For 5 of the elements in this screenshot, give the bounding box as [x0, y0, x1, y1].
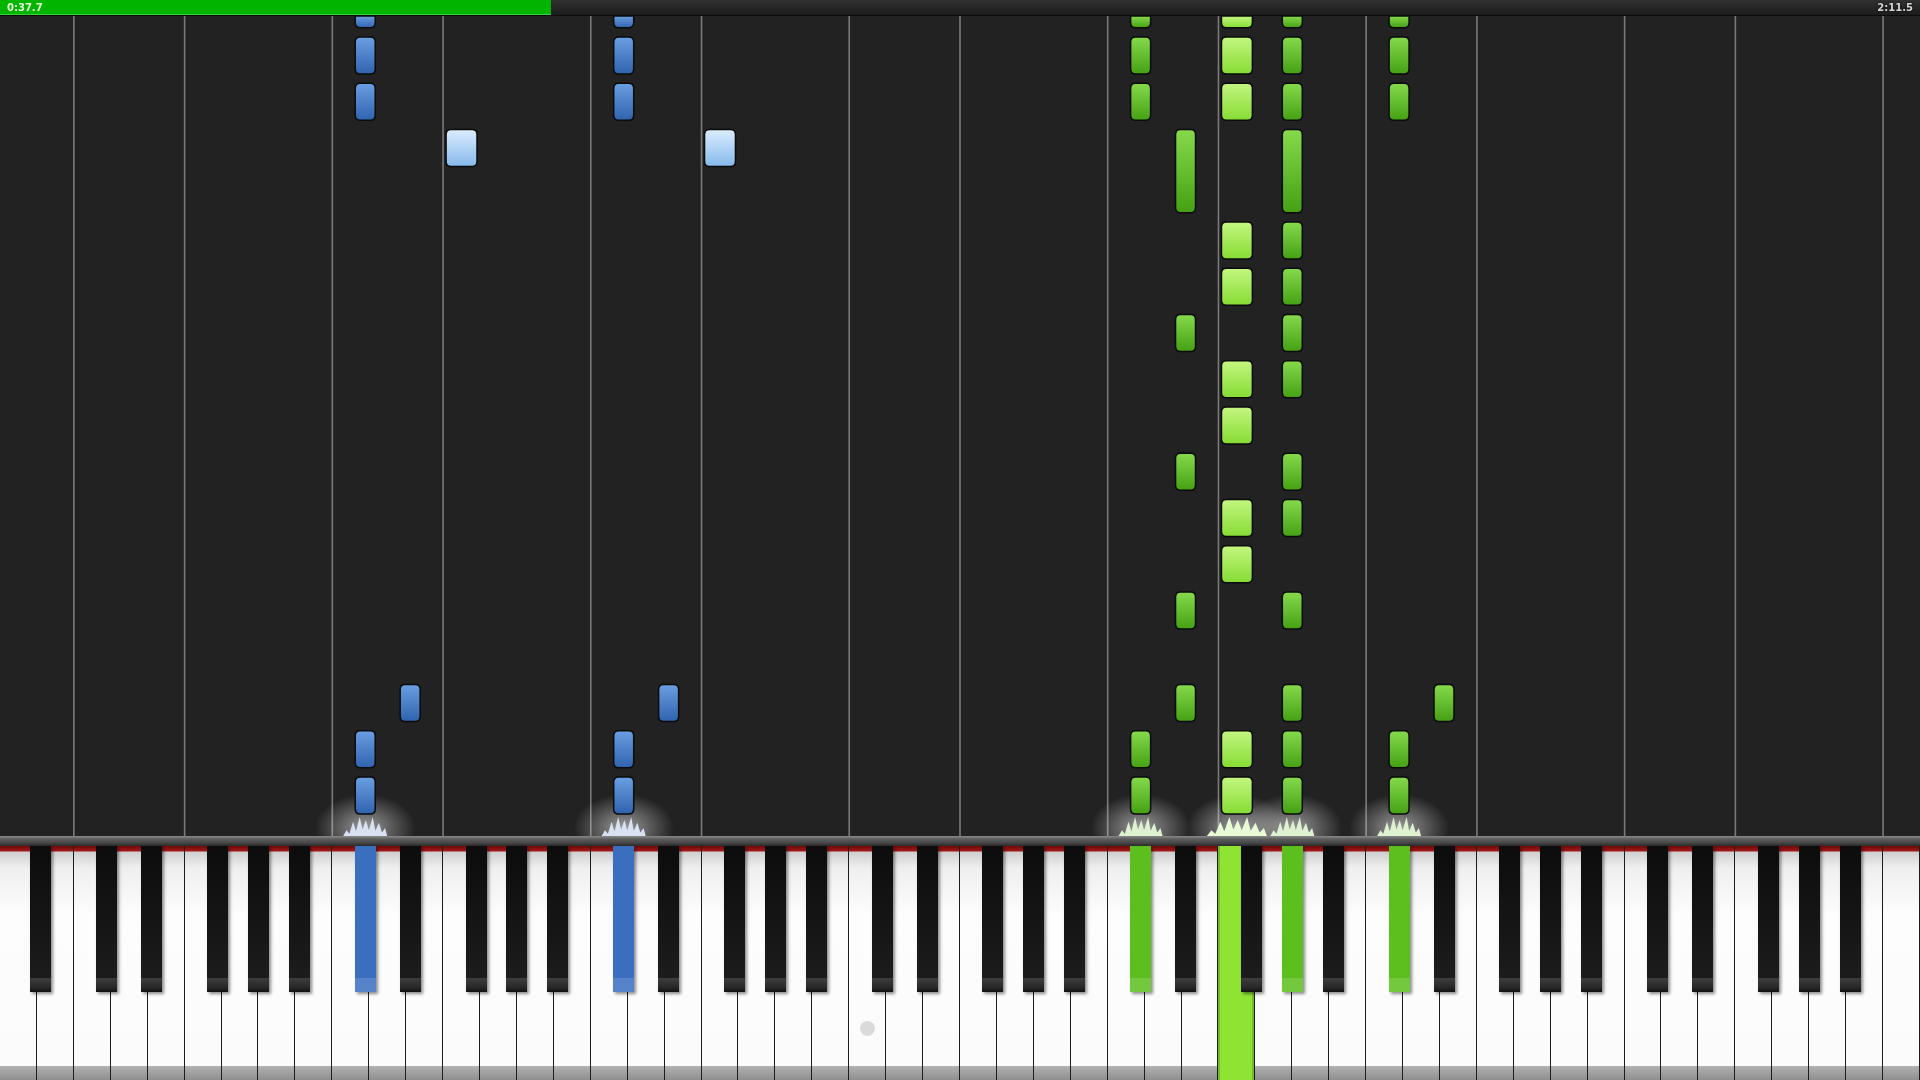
- falling-note: [445, 128, 478, 168]
- total-time: 2:11.5: [1877, 1, 1913, 14]
- dot-icon: [859, 1021, 875, 1036]
- elapsed-time: 0:37.7: [7, 1, 43, 14]
- falling-note: [703, 128, 737, 168]
